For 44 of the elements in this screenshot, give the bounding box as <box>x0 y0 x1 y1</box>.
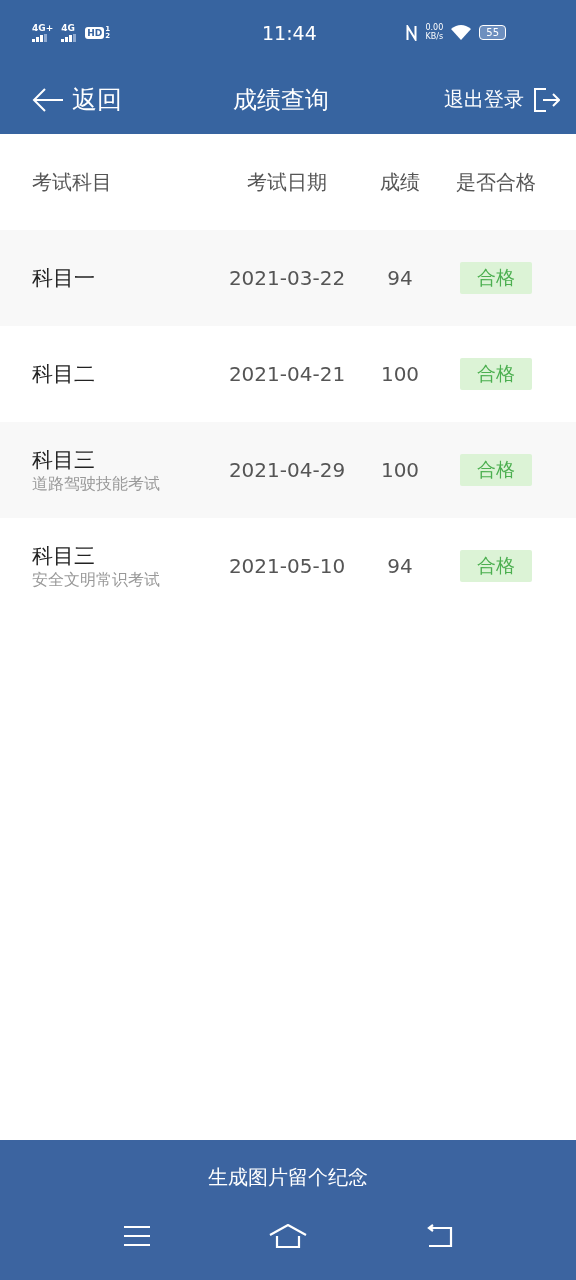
exam-date: 2021-04-21 <box>227 362 347 386</box>
subject-note: 安全文明常识考试 <box>32 569 161 591</box>
result-tag: 合格 <box>460 262 532 294</box>
result-tag: 合格 <box>460 358 532 390</box>
wifi-icon <box>451 25 472 40</box>
back-arrow-icon <box>32 87 64 112</box>
nfc-icon <box>406 24 418 41</box>
logout-icon <box>534 87 560 112</box>
score: 100 <box>379 458 421 482</box>
column-header: 考试日期 <box>246 168 328 196</box>
battery-icon: 55 <box>479 25 506 40</box>
signal-icon <box>32 33 48 42</box>
exam-date: 2021-05-10 <box>227 554 347 578</box>
network-label: 4G+ <box>32 23 54 33</box>
network-label: 4G <box>61 23 75 33</box>
subject-name: 科目三 <box>32 542 96 570</box>
clock: 11:44 <box>262 21 317 44</box>
speed-value: 0.00 <box>425 24 444 32</box>
back-label: 返回 <box>72 84 122 116</box>
score: 94 <box>386 554 414 578</box>
score: 100 <box>379 362 421 386</box>
subject-note: 道路驾驶技能考试 <box>32 473 161 495</box>
subject-name: 科目二 <box>32 361 96 388</box>
page-title: 成绩查询 <box>233 84 329 116</box>
logout-label: 退出登录 <box>444 86 524 113</box>
score: 94 <box>386 266 414 290</box>
back-icon[interactable] <box>425 1224 453 1248</box>
generate-image-button[interactable]: 生成图片留个纪念 <box>208 1140 368 1214</box>
home-icon[interactable] <box>269 1224 307 1248</box>
exam-date: 2021-03-22 <box>227 266 347 290</box>
menu-icon[interactable] <box>123 1225 151 1247</box>
column-header: 是否合格 <box>455 168 537 196</box>
column-header: 考试科目 <box>32 168 113 196</box>
hd-badge: HD <box>85 26 105 39</box>
result-tag: 合格 <box>460 550 532 582</box>
result-tag: 合格 <box>460 454 532 486</box>
column-header: 成绩 <box>379 168 421 196</box>
signal-icon <box>61 33 78 42</box>
subject-name: 科目一 <box>32 265 96 292</box>
exam-date: 2021-04-29 <box>227 458 347 482</box>
back-button[interactable]: 返回 <box>32 83 122 116</box>
subject-name: 科目三 <box>32 446 96 474</box>
logout-button[interactable]: 退出登录 <box>444 86 560 113</box>
speed-unit: KB/s <box>425 32 444 41</box>
